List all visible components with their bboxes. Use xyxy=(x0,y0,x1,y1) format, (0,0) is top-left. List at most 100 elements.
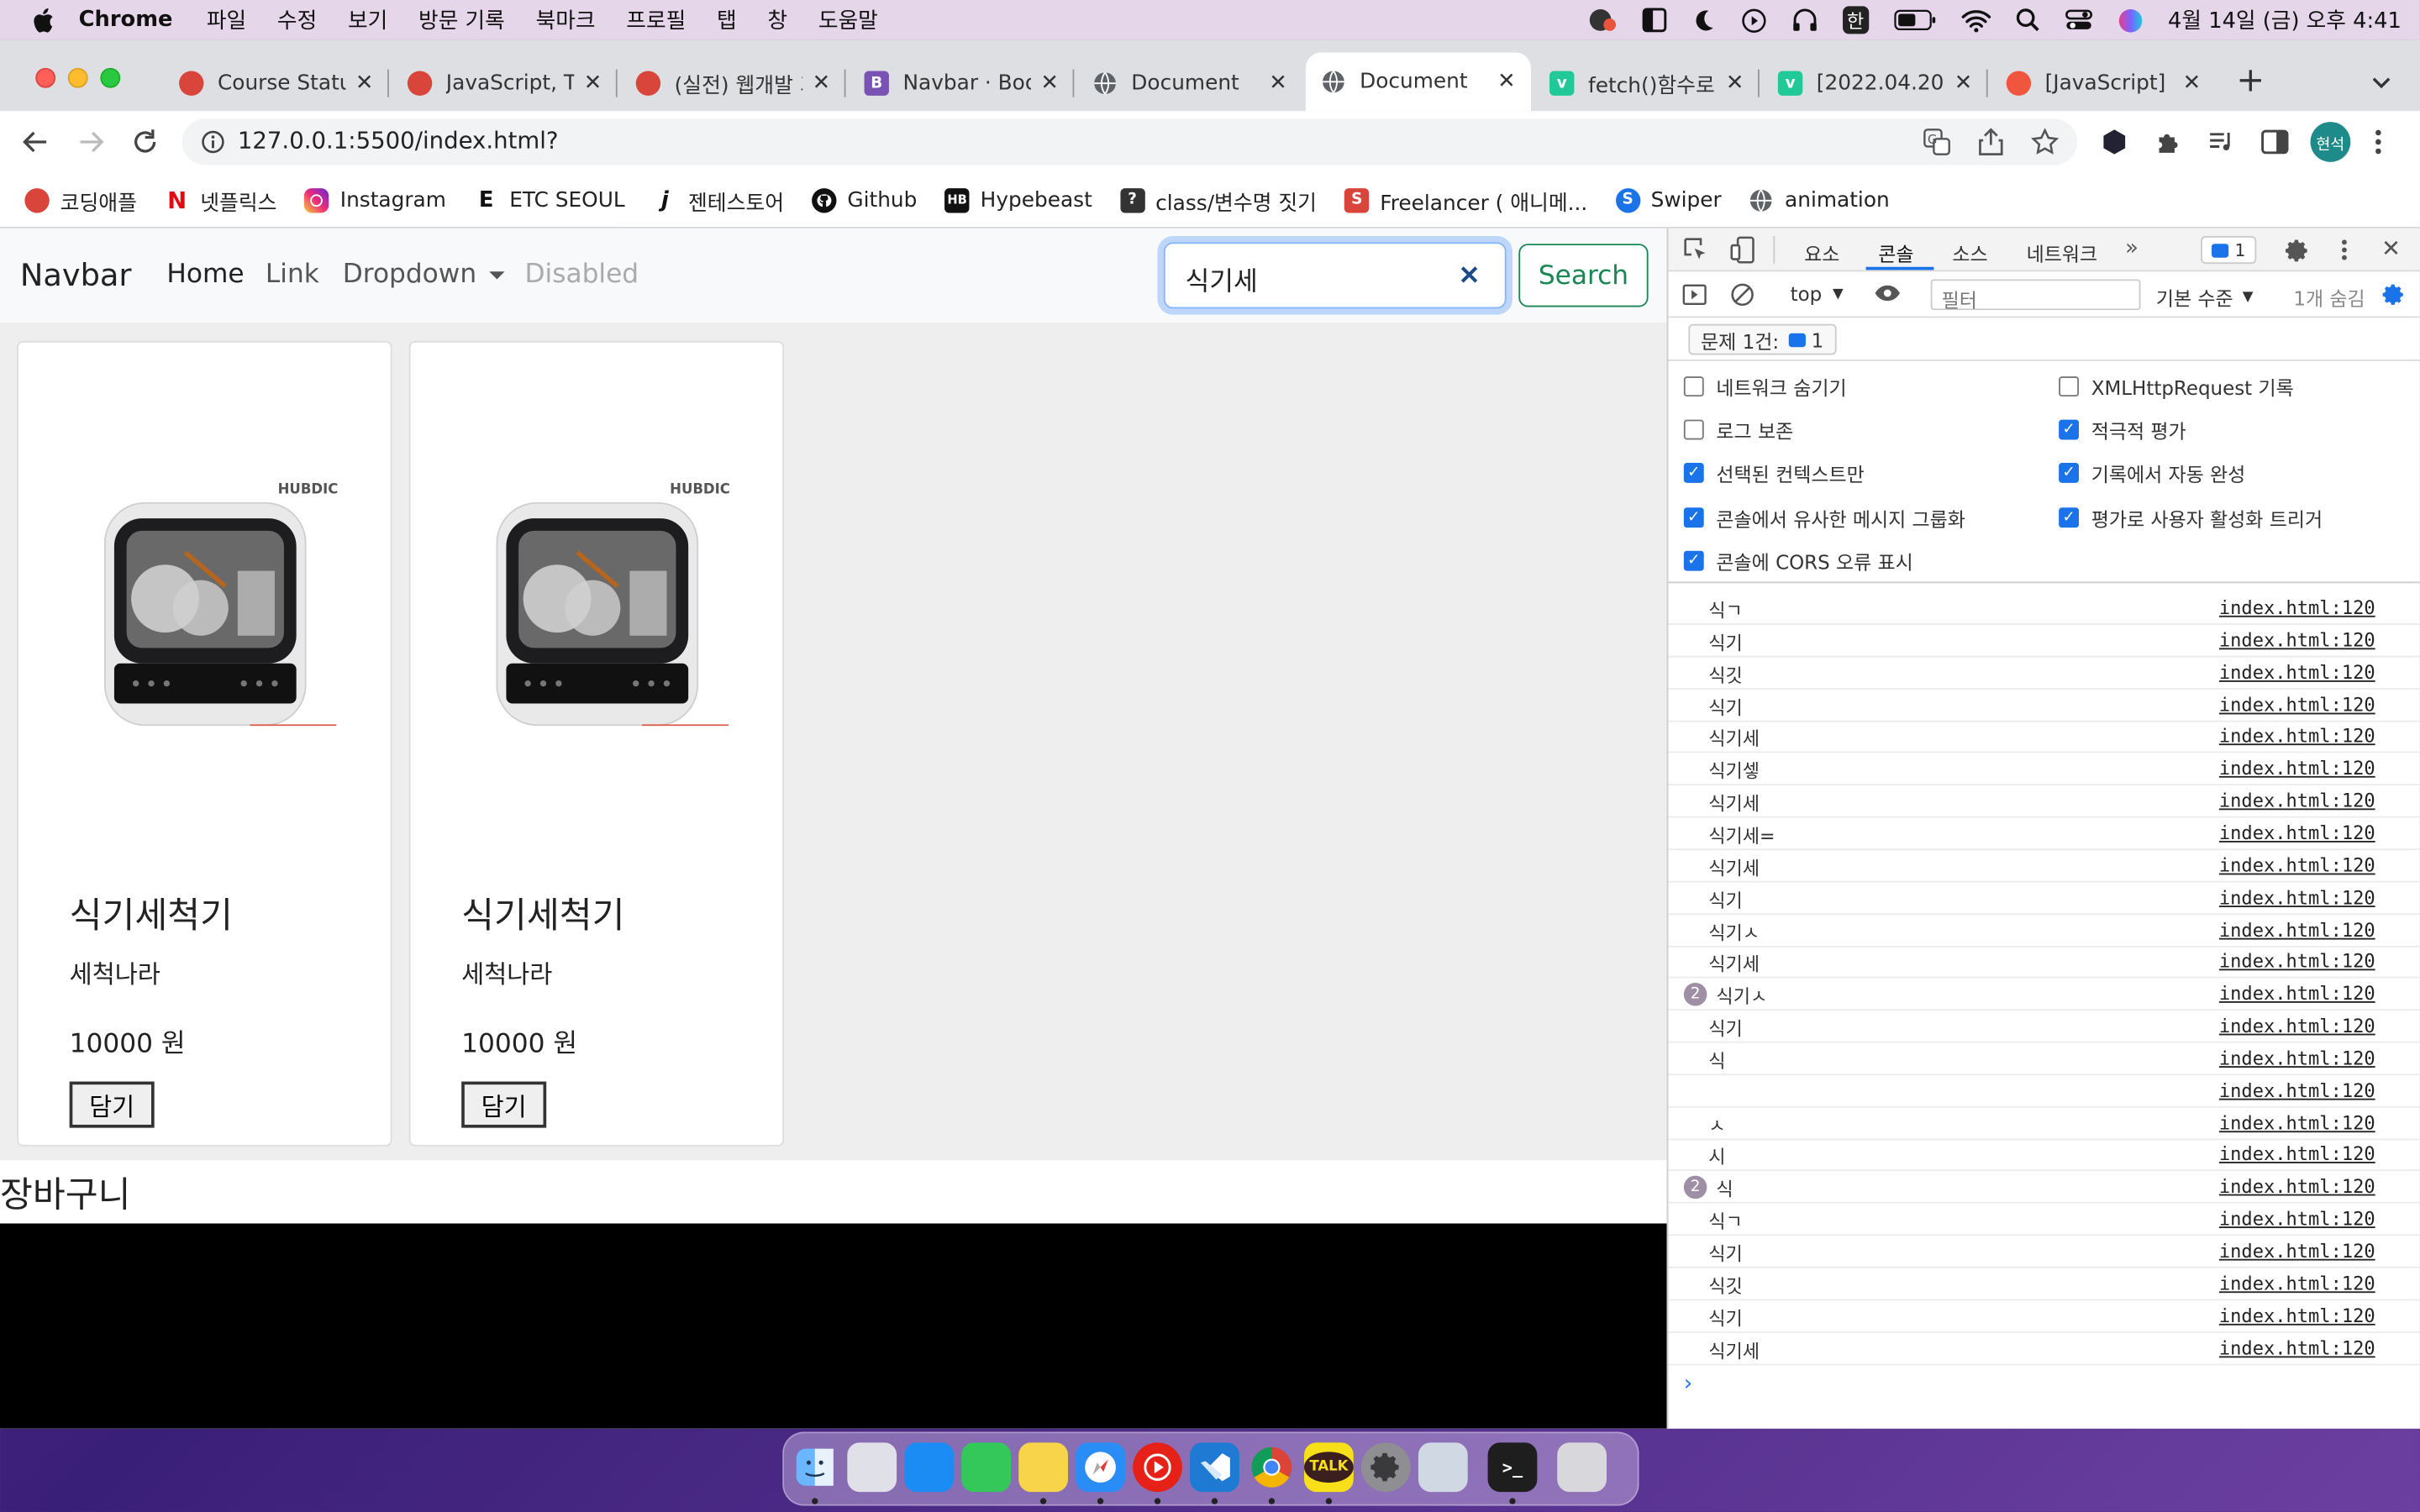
devtools-settings-gear-icon[interactable] xyxy=(2284,238,2310,264)
checkbox-checked[interactable]: ✓ xyxy=(2059,419,2080,440)
devtools-kebab-icon[interactable] xyxy=(2339,238,2349,262)
console-prompt-chevron-icon[interactable]: › xyxy=(1684,1372,1692,1396)
back-arrow-icon[interactable] xyxy=(22,128,50,155)
issues-badge[interactable]: 1 xyxy=(2201,236,2257,265)
console-log-source-link[interactable]: index.html:120 xyxy=(2219,661,2375,683)
bookmark-jentestore[interactable]: j 젠테스토어 xyxy=(653,184,784,215)
share-icon[interactable] xyxy=(1979,128,2003,156)
setting-group-similar[interactable]: ✓ 콘솔에서 유사한 메시지 그룹화 xyxy=(1683,503,1965,533)
clear-console-icon[interactable] xyxy=(1730,282,1754,307)
avatar[interactable]: 현석 xyxy=(2310,122,2351,162)
bookmark-github[interactable]: Github xyxy=(812,187,917,213)
tab-bootstrap-navbar[interactable]: B Navbar · Boot ✕ xyxy=(849,55,1075,111)
input-method-icon[interactable]: 한 xyxy=(1842,6,1869,34)
address-bar[interactable]: 127.0.0.1:5500/index.html? G xyxy=(182,118,2078,165)
console-log-source-link[interactable]: index.html:120 xyxy=(2219,1176,2375,1198)
bookmark-animation[interactable]: animation xyxy=(1749,187,1890,213)
setting-autocomplete-history[interactable]: ✓ 기록에서 자동 완성 xyxy=(2059,458,2245,487)
tab-document-active[interactable]: Document ✕ xyxy=(1305,52,1532,112)
close-icon[interactable]: ✕ xyxy=(1726,71,1744,95)
tab-document-1[interactable]: Document ✕ xyxy=(1077,55,1302,111)
close-icon[interactable]: ✕ xyxy=(355,71,374,95)
menu-tab[interactable]: 탭 xyxy=(717,5,737,36)
console-log-source-link[interactable]: index.html:120 xyxy=(2219,983,2375,1005)
bookmark-hypebeast[interactable]: HB Hypebeast xyxy=(944,187,1092,213)
tab-javascript-tistory[interactable]: [JavaScript] ✕ xyxy=(1991,55,2216,111)
tab-javascript[interactable]: JavaScript, T ✕ xyxy=(392,55,618,111)
console-log-source-link[interactable]: index.html:120 xyxy=(2219,951,2375,973)
console-log-source-link[interactable]: index.html:120 xyxy=(2219,1047,2375,1069)
tab-2022-04-20[interactable]: v [2022.04.20] ✕ xyxy=(1763,55,1988,111)
reload-icon[interactable] xyxy=(131,128,159,155)
app-store-icon[interactable] xyxy=(904,1442,955,1493)
setting-eager-evaluation[interactable]: ✓ 적극적 평가 xyxy=(2059,415,2186,444)
menu-bookmarks[interactable]: 북마크 xyxy=(536,5,596,36)
bookmark-swiper[interactable]: S Swiper xyxy=(1615,187,1722,213)
siri-icon[interactable] xyxy=(2117,7,2143,33)
setting-hide-network[interactable]: 네트워크 숨기기 xyxy=(1683,372,1847,402)
extensions-puzzle-icon[interactable] xyxy=(2154,128,2182,155)
checkbox-checked[interactable]: ✓ xyxy=(2059,463,2080,483)
console-log-source-link[interactable]: index.html:120 xyxy=(2219,1241,2375,1263)
devtools-tab-network[interactable]: 네트워크 xyxy=(2027,238,2098,267)
checkbox[interactable] xyxy=(1683,419,1704,440)
window-close-button[interactable] xyxy=(35,67,56,88)
context-selector[interactable]: top ▼ xyxy=(1791,282,1844,306)
close-icon[interactable]: ✕ xyxy=(2183,71,2202,95)
navbar-brand[interactable]: Navbar xyxy=(20,256,132,293)
bookmark-freelancer[interactable]: S Freelancer ( 애니메... xyxy=(1344,184,1587,215)
wifi-icon[interactable] xyxy=(1961,8,1991,32)
menu-file[interactable]: 파일 xyxy=(207,5,246,36)
setting-log-xhr[interactable]: XMLHttpRequest 기록 xyxy=(2059,372,2294,402)
log-level-selector[interactable]: 기본 수준 ▼ xyxy=(2156,282,2254,312)
setting-user-activation[interactable]: ✓ 평가로 사용자 활성화 트리거 xyxy=(2059,503,2323,533)
console-log-source-link[interactable]: index.html:120 xyxy=(2219,1079,2375,1101)
bookmark-etc-seoul[interactable]: E ETC SEOUL xyxy=(474,187,625,212)
close-icon[interactable]: ✕ xyxy=(1497,70,1516,94)
nav-link-home[interactable]: Home xyxy=(166,260,244,291)
media-control-icon[interactable] xyxy=(2207,128,2234,155)
devtools-tab-console[interactable]: 콘솔 xyxy=(1878,238,1913,267)
console-log-source-link[interactable]: index.html:120 xyxy=(2219,1112,2375,1134)
menu-window[interactable]: 창 xyxy=(767,5,787,36)
device-toolbar-icon[interactable] xyxy=(1730,236,1754,264)
console-settings-gear-icon[interactable] xyxy=(2381,282,2406,307)
apple-logo-icon[interactable] xyxy=(31,7,55,33)
checkbox-checked[interactable]: ✓ xyxy=(1683,550,1704,571)
menu-edit[interactable]: 수정 xyxy=(277,5,317,36)
console-log-source-link[interactable]: index.html:120 xyxy=(2219,629,2375,651)
finder-icon[interactable] xyxy=(790,1442,839,1492)
inspect-element-icon[interactable] xyxy=(1684,238,1708,262)
issues-button[interactable]: 문제 1건: 1 xyxy=(1688,323,1836,355)
console-log-source-link[interactable]: index.html:120 xyxy=(2219,919,2375,941)
console-log-source-link[interactable]: index.html:120 xyxy=(2219,1273,2375,1294)
console-log-source-link[interactable]: index.html:120 xyxy=(2219,694,2375,716)
setting-cors-errors[interactable]: ✓ 콘솔에 CORS 오류 표시 xyxy=(1683,546,1913,575)
trash-icon[interactable] xyxy=(1557,1442,1607,1493)
add-to-cart-button[interactable]: 담기 xyxy=(461,1081,547,1128)
console-filter-input[interactable]: 필터 xyxy=(1930,279,2141,312)
menubar-app-name[interactable]: Chrome xyxy=(79,8,173,32)
console-log-source-link[interactable]: index.html:120 xyxy=(2219,886,2375,908)
bookmark-class-naming[interactable]: ? class/변수명 짓기 xyxy=(1119,184,1317,215)
play-icon[interactable] xyxy=(1740,7,1766,33)
more-tabs-chevron-icon[interactable]: » xyxy=(2125,236,2139,260)
console-log-source-link[interactable]: index.html:120 xyxy=(2219,1305,2375,1326)
search-input[interactable]: 식기세 xyxy=(1163,242,1507,309)
new-tab-plus-icon[interactable]: + xyxy=(2236,61,2265,100)
terminal-icon[interactable]: >_ xyxy=(1487,1442,1538,1493)
checkbox-checked[interactable]: ✓ xyxy=(1683,507,1704,528)
forward-arrow-icon[interactable] xyxy=(77,128,105,155)
console-log-source-link[interactable]: index.html:120 xyxy=(2219,790,2375,812)
headphones-icon[interactable] xyxy=(1791,8,1818,32)
search-button[interactable]: Search xyxy=(1518,244,1649,307)
checkbox[interactable] xyxy=(2059,376,2080,397)
devtools-tab-sources[interactable]: 소스 xyxy=(1952,238,1987,267)
chrome-icon[interactable] xyxy=(1247,1442,1297,1492)
preview-icon[interactable] xyxy=(1418,1442,1468,1493)
site-info-icon[interactable] xyxy=(201,129,225,154)
nav-link-link[interactable]: Link xyxy=(266,260,319,291)
eye-icon[interactable] xyxy=(1874,284,1902,302)
menu-help[interactable]: 도움말 xyxy=(818,5,878,36)
bookmark-star-icon[interactable] xyxy=(2031,128,2060,155)
